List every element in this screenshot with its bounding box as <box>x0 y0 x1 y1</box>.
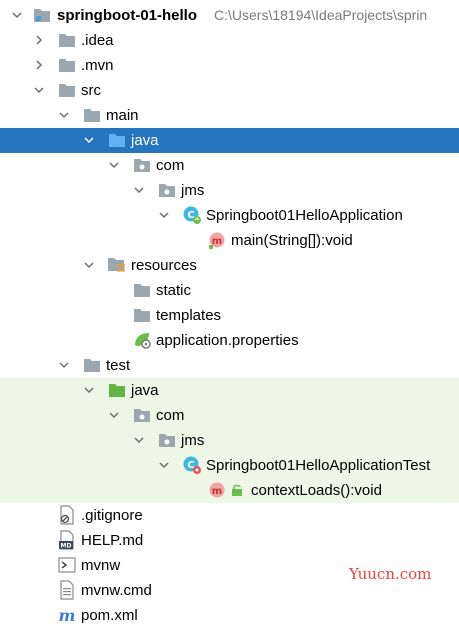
tree-row-src[interactable]: src <box>0 78 459 103</box>
tree-row-help-md[interactable]: MD HELP.md <box>0 528 459 553</box>
project-name: springboot-01-hello <box>57 7 197 24</box>
tree-row-idea[interactable]: .idea <box>0 28 459 53</box>
tree-label: main <box>106 107 139 124</box>
tree-label: jms <box>181 182 205 199</box>
tree-label: com <box>156 407 185 424</box>
chevron-down-icon[interactable] <box>83 259 95 271</box>
svg-text:m: m <box>212 236 222 247</box>
tree-row-resources[interactable]: resources <box>0 253 459 278</box>
test-class-icon: C <box>182 455 202 475</box>
tree-label: com <box>156 157 185 174</box>
svg-text:m: m <box>59 606 76 624</box>
tree-label: .mvn <box>81 57 114 74</box>
tree-row-app-properties[interactable]: application.properties <box>0 328 459 353</box>
tree-label: application.properties <box>156 332 299 349</box>
tree-label: mvnw.cmd <box>81 582 152 599</box>
chevron-right-icon[interactable] <box>33 34 45 46</box>
folder-icon <box>57 30 77 50</box>
tree-row-test-jms[interactable]: jms <box>0 428 459 453</box>
tree-row-static[interactable]: static <box>0 278 459 303</box>
module-folder-icon <box>32 5 52 25</box>
tree-label: templates <box>156 307 222 324</box>
tree-label: .gitignore <box>81 507 143 524</box>
test-source-folder-icon <box>107 380 127 400</box>
tree-row-test-java[interactable]: java <box>0 378 459 403</box>
text-file-icon <box>57 580 77 600</box>
resources-folder-icon <box>107 255 127 275</box>
folder-icon <box>82 105 102 125</box>
tree-row-context-loads[interactable]: m contextLoads():void <box>0 478 459 503</box>
chevron-down-icon[interactable] <box>33 84 45 96</box>
chevron-down-icon[interactable] <box>58 109 70 121</box>
tree-label: java <box>131 382 159 399</box>
chevron-down-icon[interactable] <box>108 159 120 171</box>
source-folder-icon <box>107 130 127 150</box>
tree-label: Springboot01HelloApplicationTest <box>206 457 431 474</box>
package-icon <box>132 405 152 425</box>
svg-text:m: m <box>212 486 222 497</box>
shell-script-icon <box>57 555 77 575</box>
tree-label: mvnw <box>81 557 121 574</box>
watermark: Yuucn.com <box>349 565 432 583</box>
tree-row-mvn[interactable]: .mvn <box>0 53 459 78</box>
package-icon <box>157 180 177 200</box>
chevron-right-icon[interactable] <box>33 59 45 71</box>
chevron-down-icon[interactable] <box>11 9 23 21</box>
ignore-file-icon <box>57 505 77 525</box>
tree-label: test <box>106 357 131 374</box>
tree-label: static <box>156 282 192 299</box>
tree-row-test-com[interactable]: com <box>0 403 459 428</box>
tree-row-app-class[interactable]: C Springboot01HelloApplication <box>0 203 459 228</box>
folder-icon <box>132 305 152 325</box>
package-private-lock-icon <box>227 480 247 500</box>
tree-row-test[interactable]: test <box>0 353 459 378</box>
tree-row-pom[interactable]: m pom.xml <box>0 603 459 628</box>
chevron-down-icon[interactable] <box>108 409 120 421</box>
tree-label: .idea <box>81 32 114 49</box>
tree-label: java <box>131 132 159 149</box>
chevron-down-icon[interactable] <box>58 359 70 371</box>
spring-boot-class-icon: C <box>182 205 202 225</box>
tree-label: resources <box>131 257 197 274</box>
method-icon: m <box>207 480 227 500</box>
project-path: C:\Users\18194\IdeaProjects\sprin <box>214 7 428 23</box>
folder-icon <box>82 355 102 375</box>
markdown-file-icon: MD <box>57 530 77 550</box>
chevron-down-icon[interactable] <box>83 384 95 396</box>
tree-row-project-root[interactable]: springboot-01-hello C:\Users\18194\IdeaP… <box>0 3 459 28</box>
tree-label: HELP.md <box>81 532 144 549</box>
chevron-down-icon[interactable] <box>133 184 145 196</box>
chevron-down-icon[interactable] <box>83 134 95 146</box>
tree-label: Springboot01HelloApplication <box>206 207 403 224</box>
folder-icon <box>57 55 77 75</box>
chevron-down-icon[interactable] <box>158 209 170 221</box>
tree-label: src <box>81 82 101 99</box>
tree-label: contextLoads():void <box>251 482 382 499</box>
folder-icon <box>132 280 152 300</box>
package-icon <box>157 430 177 450</box>
tree-row-templates[interactable]: templates <box>0 303 459 328</box>
package-icon <box>132 155 152 175</box>
tree-row-main-method[interactable]: m main(String[]):void <box>0 228 459 253</box>
chevron-down-icon[interactable] <box>133 434 145 446</box>
svg-text:MD: MD <box>61 543 72 550</box>
tree-row-test-class[interactable]: C Springboot01HelloApplicationTest <box>0 453 459 478</box>
tree-row-main-jms[interactable]: jms <box>0 178 459 203</box>
chevron-down-icon[interactable] <box>158 459 170 471</box>
tree-row-main-java[interactable]: java <box>0 128 459 153</box>
method-icon: m <box>207 230 227 250</box>
tree-label: main(String[]):void <box>231 232 353 249</box>
tree-label: pom.xml <box>81 607 138 624</box>
folder-icon <box>57 80 77 100</box>
tree-label: jms <box>181 432 205 449</box>
spring-properties-icon <box>132 330 152 350</box>
maven-icon: m <box>57 605 77 625</box>
tree-row-main[interactable]: main <box>0 103 459 128</box>
tree-row-gitignore[interactable]: .gitignore <box>0 503 459 528</box>
tree-row-main-com[interactable]: com <box>0 153 459 178</box>
